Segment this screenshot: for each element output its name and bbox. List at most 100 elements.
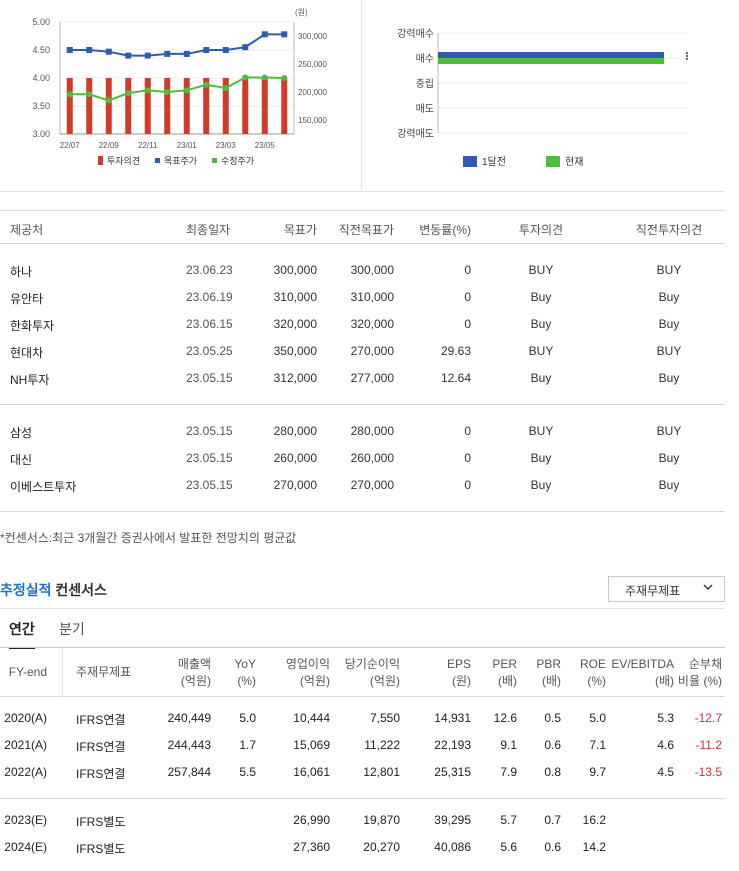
- legend-target-price-label: 목표주가: [164, 156, 197, 166]
- category-label: 중립: [416, 77, 434, 90]
- estimates-cell: IFRS별도: [76, 815, 126, 829]
- estimates-cell: 0.6: [544, 840, 561, 854]
- estimates-cell: IFRS별도: [76, 842, 126, 856]
- table-row: 한화투자 23.06.15 320,000 320,000 0 Buy Buy: [0, 311, 725, 338]
- adjusted-price-point: [222, 85, 229, 92]
- cell-prev-opinion: Buy: [658, 290, 680, 304]
- header-date: 최종일자: [186, 223, 231, 237]
- opinion-bar: [125, 78, 132, 134]
- header-line: (억원): [180, 674, 211, 688]
- estimates-cell: 0.8: [544, 765, 561, 779]
- estimates-cell: IFRS연결: [76, 713, 126, 727]
- cell-prev-opinion: BUY: [656, 424, 682, 438]
- table-row: 대신 23.05.15 260,000 260,000 0 Buy Buy: [0, 445, 725, 472]
- adjusted-price-point: [164, 89, 171, 95]
- cell-prev-opinion: Buy: [658, 371, 680, 385]
- opinion-bar: [105, 78, 112, 134]
- estimates-cell: 16,061: [293, 765, 330, 779]
- cell-provider: 대신: [10, 453, 33, 467]
- estimates-cell: 26,990: [293, 813, 330, 827]
- estimates-header-cell: FY-end: [9, 664, 47, 681]
- period-tabs: 연간 분기: [0, 608, 725, 649]
- consensus-note: *컨센서스:최근 3개월간 증권사에서 발표한 전망치의 평균값: [0, 531, 297, 545]
- header-provider: 제공처: [10, 223, 44, 237]
- header-line: EPS: [446, 657, 471, 671]
- cell-opinion: Buy: [530, 478, 552, 492]
- cell-prev-target: 270,000: [350, 344, 394, 358]
- cell-target: 280,000: [273, 424, 317, 438]
- cell-opinion: Buy: [530, 290, 552, 304]
- cell-opinion: BUY: [528, 424, 554, 438]
- estimates-cell: IFRS연결: [76, 767, 126, 781]
- adjusted-price-point: [66, 91, 73, 98]
- estimates-cell: 20,270: [363, 840, 400, 854]
- estimates-cell: 14,931: [434, 711, 471, 725]
- estimates-cell: 10,444: [293, 711, 330, 725]
- estimates-cell: 12.6: [493, 711, 517, 725]
- target-price-point: [261, 31, 268, 38]
- cell-target: 320,000: [273, 317, 317, 331]
- charts-area: 5.00 4.50 4.00 3.50 3.00 (원) 300,000 250,000 200…: [0, 0, 725, 192]
- section-title-estimates[interactable]: 추정실적: [0, 582, 52, 598]
- x-tick-label: 23/01: [177, 141, 198, 150]
- header-opinion: 투자의견: [518, 223, 564, 237]
- y-right-tick-label: 150,000: [298, 116, 327, 125]
- table-row: 현대차 23.05.25 350,000 270,000 29.63 BUY BUY: [0, 338, 725, 365]
- adjusted-price-point: [242, 74, 249, 81]
- category-label: 강력매수: [397, 28, 434, 40]
- unit-label: (원): [295, 8, 308, 17]
- estimates-cell: 2022(A): [4, 765, 47, 779]
- header-target: 목표가: [283, 223, 317, 237]
- opinion-bar-month-ago: [438, 52, 664, 58]
- cell-prev-opinion: BUY: [656, 263, 682, 277]
- estimates-header-cell: EPS (원): [447, 656, 471, 690]
- cell-date: 23.05.15: [186, 478, 233, 492]
- header-prev-opinion: 직전투자의견: [635, 223, 703, 237]
- cell-prev-opinion: Buy: [658, 317, 680, 331]
- header-line: FY-end: [8, 665, 47, 679]
- cell-target: 350,000: [273, 344, 317, 358]
- estimates-header-cell: 주재무제표: [76, 664, 131, 681]
- header-line: 순부채: [688, 657, 722, 671]
- estimates-cell: 0.5: [544, 711, 561, 725]
- cell-opinion: BUY: [528, 263, 554, 277]
- table-row: 유안타 23.06.19 310,000 310,000 0 Buy Buy: [0, 284, 725, 311]
- adjusted-price-point: [203, 81, 210, 88]
- header-line: (억원): [299, 674, 330, 688]
- estimates-cell: 5.6: [500, 840, 517, 854]
- opinion-bar: [144, 78, 151, 134]
- cell-change: 0: [464, 317, 471, 331]
- target-price-point: [105, 48, 112, 55]
- cell-opinion: Buy: [530, 317, 552, 331]
- cell-target: 310,000: [273, 290, 317, 304]
- header-line: (배): [497, 674, 517, 688]
- tab-quarterly[interactable]: 분기: [59, 619, 85, 639]
- cell-opinion: BUY: [528, 344, 554, 358]
- adjusted-price-point: [183, 87, 190, 94]
- target-price-point: [164, 50, 171, 57]
- estimates-cell: 7,550: [369, 711, 400, 725]
- opinion-distribution-chart: 강력매수매수중립매도강력매도 1달전 현재: [397, 28, 689, 168]
- statement-type-dropdown[interactable]: 주재무제표: [608, 576, 725, 602]
- header-line: (%): [587, 674, 606, 688]
- legend-opinion-swatch: [98, 156, 103, 165]
- cell-prev-target: 270,000: [350, 478, 394, 492]
- adjusted-price-line: [69, 76, 285, 102]
- cell-prev-target: 320,000: [350, 317, 394, 331]
- table-row: 이베스트투자 23.05.15 270,000 270,000 0 Buy Buy: [0, 472, 725, 499]
- estimates-cell: 2023(E): [4, 813, 47, 827]
- category-label: 강력매도: [397, 128, 434, 140]
- cell-date: 23.05.15: [186, 424, 233, 438]
- adjusted-price-point: [144, 87, 151, 94]
- estimates-cell: 240,449: [167, 711, 211, 725]
- estimates-cell: 244,443: [167, 738, 211, 752]
- category-label: 매도: [416, 103, 434, 115]
- bar-end-marker: [685, 57, 689, 61]
- cell-opinion: Buy: [530, 451, 552, 465]
- y-right-tick-label: 300,000: [298, 32, 327, 41]
- header-change: 변동률(%): [419, 223, 471, 237]
- estimates-header-cell: 당기순이익 (억원): [345, 656, 400, 690]
- legend-current-swatch: [546, 156, 560, 167]
- cell-provider: 한화투자: [10, 319, 55, 333]
- tab-annual[interactable]: 연간: [9, 619, 35, 649]
